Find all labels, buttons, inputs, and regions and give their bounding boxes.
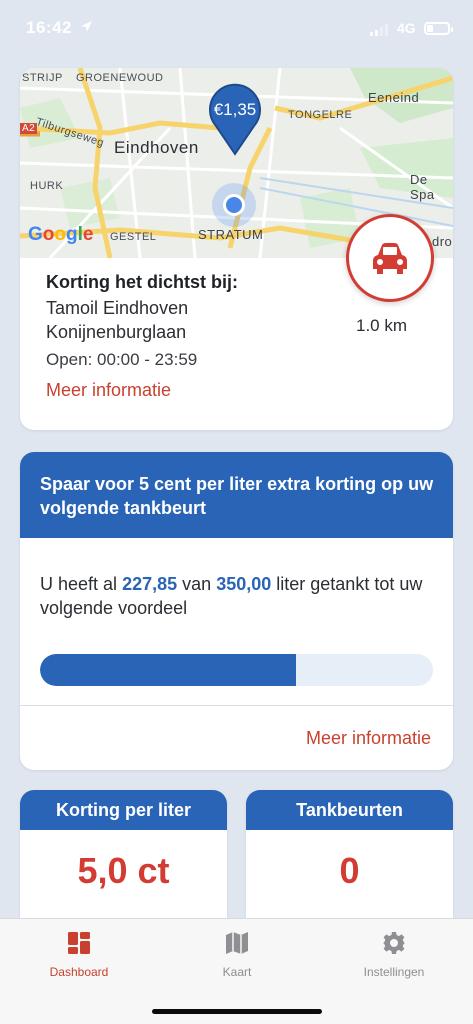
- price-pin-label: €1,35: [213, 100, 257, 119]
- savings-progress-bar: [40, 654, 433, 686]
- savings-divider: [20, 705, 453, 706]
- savings-card: Spaar voor 5 cent per liter extra kortin…: [20, 452, 453, 770]
- savings-header: Spaar voor 5 cent per liter extra kortin…: [20, 452, 453, 538]
- home-indicator: [152, 1009, 322, 1014]
- network-type: 4G: [397, 20, 416, 36]
- fill-ups-value: 0: [339, 850, 360, 891]
- map-label-eindhoven: Eindhoven: [114, 138, 199, 157]
- fill-ups-title: Tankbeurten: [296, 800, 403, 820]
- map-label-strijp: STRIJP: [22, 72, 63, 84]
- fill-ups-header: Tankbeurten: [246, 790, 453, 830]
- google-logo: Google: [28, 224, 94, 245]
- discount-value: 5,0 ct: [77, 850, 170, 891]
- map-label-gestel: GESTEL: [110, 231, 157, 243]
- map-label-a2: A2: [20, 123, 38, 134]
- savings-title: Spaar voor 5 cent per liter extra kortin…: [40, 474, 434, 518]
- station-street: Konijnenburglaan: [46, 322, 187, 342]
- station-more-info-link[interactable]: Meer informatie: [46, 380, 171, 401]
- liters-current: 227,85: [122, 574, 178, 594]
- tab-dashboard[interactable]: Dashboard: [0, 919, 158, 999]
- gear-icon: [383, 932, 405, 954]
- price-pin-marker[interactable]: €1,35: [206, 82, 264, 158]
- savings-progress-text: U heeft al 227,85 van 350,00 liter getan…: [40, 574, 423, 618]
- map-label-groenewoud: GROENEWOUD: [76, 72, 164, 84]
- discount-header: Korting per liter: [20, 790, 227, 830]
- station-name: Tamoil Eindhoven: [46, 298, 189, 318]
- tab-map-label: Kaart: [222, 965, 252, 979]
- map-label-hurk: HURK: [30, 180, 64, 192]
- station-hours: Open: 00:00 - 23:59: [46, 350, 198, 369]
- map-pin-icon: [209, 83, 261, 156]
- tab-settings[interactable]: Instellingen: [315, 919, 473, 999]
- savings-progress-fill: [40, 654, 296, 686]
- tab-settings-label: Instellingen: [363, 965, 425, 979]
- nearest-station-card: STRIJP GROENEWOUD Eeneind Tilburgseweg T…: [20, 68, 453, 430]
- nearest-title: Korting het dichtst bij:: [46, 272, 238, 292]
- tab-map[interactable]: Kaart: [158, 919, 316, 999]
- status-time: 16:42: [26, 18, 72, 37]
- location-arrow-icon: [80, 20, 93, 38]
- current-location-dot: [212, 183, 256, 227]
- car-icon: [373, 243, 407, 274]
- map-label-tongelre: TONGELRE: [288, 109, 353, 121]
- liters-target: 350,00: [216, 574, 272, 594]
- tab-dashboard-label: Dashboard: [49, 965, 109, 979]
- savings-more-info-link[interactable]: Meer informatie: [306, 728, 431, 749]
- map-label-de-spa: De Spa: [410, 172, 435, 202]
- map-label-eeneind: Eeneind: [368, 90, 420, 105]
- dashboard-icon: [68, 932, 90, 954]
- station-distance: 1.0 km: [356, 316, 408, 335]
- discount-title: Korting per liter: [55, 800, 191, 820]
- map-icon: [226, 932, 248, 954]
- map-label-stratum: STRATUM: [198, 227, 264, 242]
- status-bar: 16:42 4G: [0, 0, 473, 60]
- car-button[interactable]: [346, 214, 434, 302]
- battery-icon: [424, 22, 453, 35]
- signal-icon: [370, 24, 388, 36]
- map-label-drop: drop: [432, 234, 453, 249]
